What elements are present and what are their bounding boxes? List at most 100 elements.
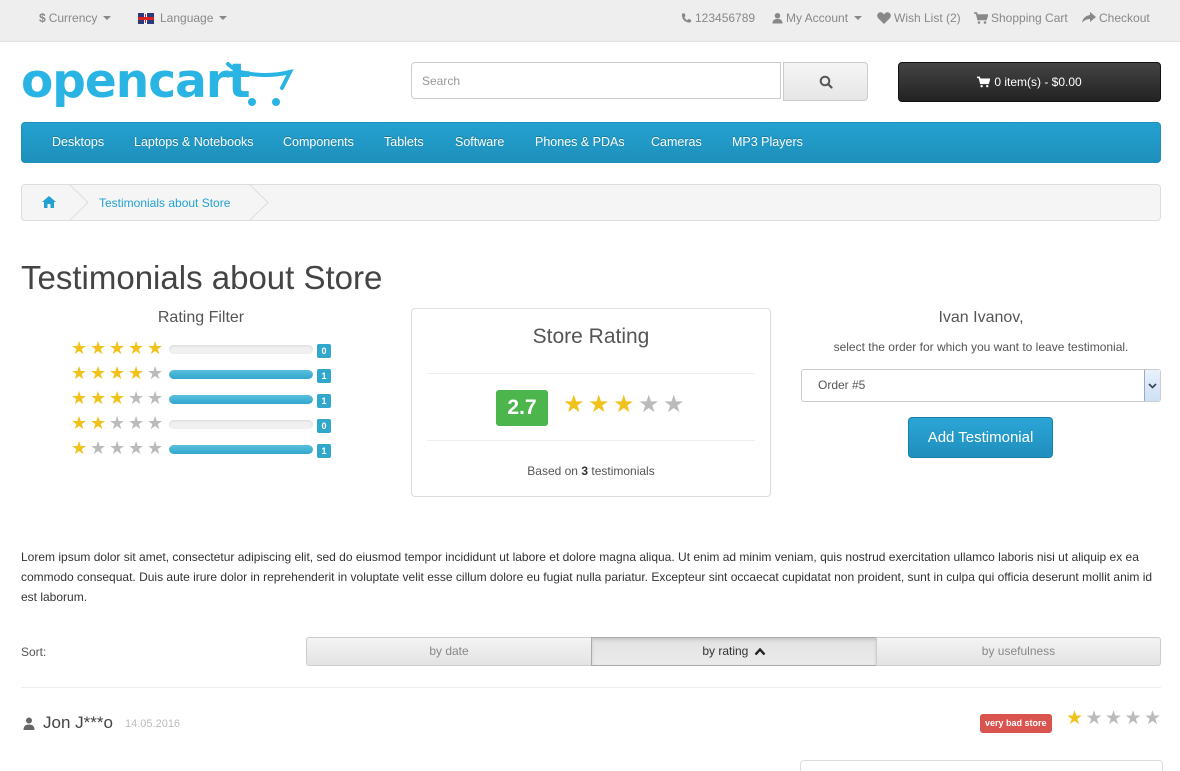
sort-by-rating-button[interactable]: by rating xyxy=(591,637,877,666)
rating-filter-stars: ★ ★ ★ ★ ★ xyxy=(71,338,166,358)
uk-flag-icon xyxy=(138,12,154,24)
order-select[interactable]: Order #5 xyxy=(801,369,1161,402)
store-rating-title: Store Rating xyxy=(532,325,650,348)
review-stars: ★ ★ ★ ★ ★ xyxy=(1066,709,1164,729)
store-description: Lorem ipsum dolor sit amet, consectetur … xyxy=(21,550,1153,604)
search-input[interactable]: Search xyxy=(411,62,781,99)
menu-item-components[interactable]: Components xyxy=(283,135,354,149)
rating-filter-bar xyxy=(169,395,313,404)
rating-filter-row-1[interactable]: ★ ★ ★ ★ ★ 1 xyxy=(71,438,331,458)
rating-filter-bar-fill xyxy=(169,370,313,379)
my-account-dropdown[interactable]: My Account xyxy=(772,11,863,25)
rating-filter-stars: ★ ★ ★ ★ ★ xyxy=(71,438,166,458)
logo-text: opencart xyxy=(21,54,250,109)
user-icon xyxy=(23,717,35,730)
star-icon: ★ xyxy=(1124,708,1142,729)
star-icon: ★ xyxy=(109,388,126,408)
rating-filter-bar-fill xyxy=(169,395,313,404)
breadcrumb-separator xyxy=(248,184,269,221)
star-icon: ★ xyxy=(1105,708,1123,729)
caret-down-icon xyxy=(103,16,112,20)
checkout-label: Checkout xyxy=(1099,11,1150,25)
star-icon: ★ xyxy=(147,413,164,433)
sort-by-usefulness-label: by usefulness xyxy=(981,644,1056,658)
star-icon: ★ xyxy=(147,388,164,408)
search-button[interactable] xyxy=(783,62,868,101)
cart-total: 0 item(s) - $0.00 xyxy=(994,75,1082,89)
rating-filter-count: 1 xyxy=(317,444,331,458)
menu-item-laptops[interactable]: Laptops & Notebooks xyxy=(134,135,254,149)
store-rating-stars: ★ ★ ★ ★ ★ xyxy=(563,390,688,420)
rating-filter-title: Rating Filter xyxy=(157,309,245,326)
star-icon: ★ xyxy=(128,363,145,383)
star-icon: ★ xyxy=(109,338,126,358)
opencart-logo[interactable]: opencart xyxy=(21,54,294,115)
sort-label: Sort: xyxy=(21,645,47,659)
page-title: Testimonials about Store xyxy=(21,259,383,296)
star-icon: ★ xyxy=(90,363,107,383)
select-arrow[interactable] xyxy=(1144,370,1160,401)
star-icon: ★ xyxy=(147,338,164,358)
store-rating-panel: Store Rating 2.7 ★ ★ ★ ★ ★ Based on 3 testim… xyxy=(411,308,771,497)
breadcrumb-current[interactable]: Testimonials about Store xyxy=(99,196,230,210)
caret-down-icon xyxy=(854,16,863,20)
star-icon: ★ xyxy=(109,363,126,383)
currency-dropdown[interactable]: $ Currency xyxy=(39,11,112,25)
star-icon: ★ xyxy=(90,438,107,458)
star-icon: ★ xyxy=(638,391,660,418)
review-author: Jon J***o xyxy=(43,713,113,732)
rating-filter-bar-fill xyxy=(169,445,313,454)
star-icon: ★ xyxy=(90,413,107,433)
menu-item-cameras[interactable]: Cameras xyxy=(651,135,702,149)
star-icon: ★ xyxy=(1144,708,1162,729)
sort-by-usefulness-button[interactable]: by usefulness xyxy=(876,637,1161,666)
menu-item-mp3-players[interactable]: MP3 Players xyxy=(732,135,803,149)
star-icon: ★ xyxy=(588,391,610,418)
star-icon: ★ xyxy=(1085,708,1103,729)
star-icon: ★ xyxy=(71,338,88,358)
rating-filter-bar xyxy=(169,445,313,454)
rating-filter-row-4[interactable]: ★ ★ ★ ★ ★ 1 xyxy=(71,363,331,383)
menu-item-software[interactable]: Software xyxy=(455,135,504,149)
share-icon xyxy=(1082,12,1096,23)
rating-filter-row-3[interactable]: ★ ★ ★ ★ ★ 1 xyxy=(71,388,331,408)
menu-item-phones[interactable]: Phones & PDAs xyxy=(535,135,625,149)
rating-filter-row-2[interactable]: ★ ★ ★ ★ ★ 0 xyxy=(71,413,331,433)
based-on-suffix: testimonials xyxy=(591,464,655,478)
wishlist-link[interactable]: Wish List (2) xyxy=(877,11,961,25)
main-menu: Desktops Laptops & Notebooks Components … xyxy=(21,122,1161,163)
review-date: 14.05.2016 xyxy=(125,718,181,730)
cart-button[interactable]: 0 item(s) - $0.00 xyxy=(898,62,1161,102)
shopping-cart-link[interactable]: Shopping Cart xyxy=(974,11,1068,25)
rating-filter-count: 1 xyxy=(317,394,331,408)
based-on-count: 3 xyxy=(581,464,589,478)
star-icon: ★ xyxy=(109,413,126,433)
rating-filter-stars: ★ ★ ★ ★ ★ xyxy=(71,363,166,383)
star-icon: ★ xyxy=(147,438,164,458)
star-icon: ★ xyxy=(128,338,145,358)
chevron-up-icon xyxy=(754,647,766,656)
star-icon: ★ xyxy=(147,363,164,383)
menu-item-tablets[interactable]: Tablets xyxy=(384,135,424,149)
menu-item-desktops[interactable]: Desktops xyxy=(52,135,104,149)
sort-by-date-button[interactable]: by date xyxy=(306,637,592,666)
add-testimonial-button[interactable]: Add Testimonial xyxy=(908,417,1053,458)
rating-filter-bar xyxy=(169,420,313,429)
star-icon: ★ xyxy=(109,438,126,458)
star-icon: ★ xyxy=(71,363,88,383)
order-select-hint: select the order for which you want to l… xyxy=(833,340,1129,354)
rating-filter-row-5[interactable]: ★ ★ ★ ★ ★ 0 xyxy=(71,338,331,358)
checkout-link[interactable]: Checkout xyxy=(1082,11,1150,25)
home-icon[interactable] xyxy=(42,196,56,208)
cart-icon xyxy=(977,76,991,88)
divider xyxy=(427,440,755,441)
phone-link[interactable]: 123456789 xyxy=(681,11,755,25)
divider xyxy=(21,687,1161,688)
rating-filter-bar xyxy=(169,345,313,354)
order-select-value: Order #5 xyxy=(818,378,866,392)
star-icon: ★ xyxy=(71,438,88,458)
star-icon: ★ xyxy=(128,388,145,408)
store-rating-score: 2.7 xyxy=(496,390,548,426)
language-dropdown[interactable]: Language xyxy=(138,11,228,25)
star-icon: ★ xyxy=(71,388,88,408)
